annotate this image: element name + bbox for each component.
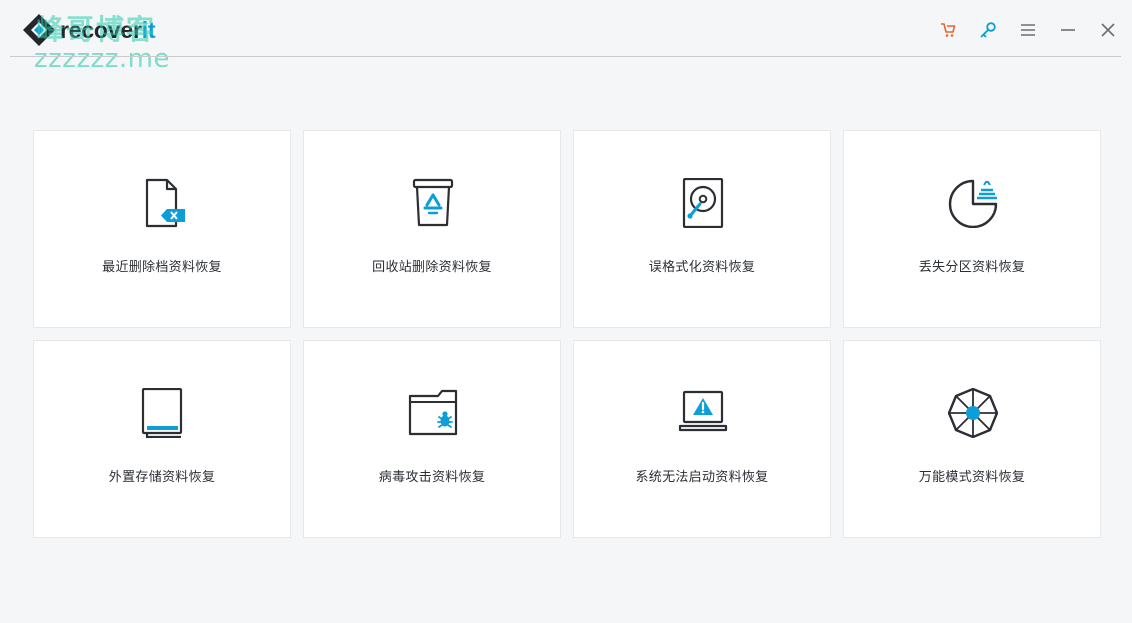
menu-button[interactable]: [1016, 18, 1040, 42]
card-label: 外置存储资料恢复: [108, 470, 216, 485]
card-formatted-drive[interactable]: 误格式化资料恢复: [573, 130, 831, 328]
card-virus-attack[interactable]: 病毒攻击资料恢复: [303, 340, 561, 538]
deleted-file-icon: [145, 178, 185, 228]
card-system-crash[interactable]: 系统无法启动资料恢复: [573, 340, 831, 538]
watermark-url: zzzzzz.me: [34, 44, 170, 74]
key-icon: [980, 22, 996, 38]
recovery-mode-grid: 最近删除档资料恢复 回收站删除资料恢复 误格式化资料恢复 丢失分区资料恢复 外置…: [33, 130, 1101, 538]
close-icon: [1101, 23, 1115, 37]
virus-folder-icon: [408, 389, 458, 436]
cart-icon: [941, 23, 956, 37]
title-bar: recoverit 峰哥博客 zzzzzz.me: [0, 0, 1132, 74]
cart-button[interactable]: [936, 18, 960, 42]
card-deleted-files[interactable]: 最近删除档资料恢复: [33, 130, 291, 328]
card-label: 丢失分区资料恢复: [918, 260, 1026, 275]
menu-icon: [1021, 24, 1035, 36]
register-key-button[interactable]: [976, 18, 1000, 42]
recycle-bin-icon: [412, 178, 454, 227]
minimize-icon: [1061, 29, 1075, 31]
card-lost-partition[interactable]: 丢失分区资料恢复: [843, 130, 1101, 328]
hard-drive-icon: [682, 178, 724, 228]
watermark-text: 峰哥博客: [36, 13, 157, 46]
all-around-icon: [948, 388, 998, 438]
card-label: 万能模式资料恢复: [918, 470, 1026, 485]
laptop-warning-icon: [678, 390, 728, 432]
close-button[interactable]: [1096, 18, 1120, 42]
card-external-storage[interactable]: 外置存储资料恢复: [33, 340, 291, 538]
minimize-button[interactable]: [1056, 18, 1080, 42]
card-label: 误格式化资料恢复: [648, 260, 756, 275]
card-recycle-bin[interactable]: 回收站删除资料恢复: [303, 130, 561, 328]
lost-partition-icon: [948, 179, 998, 228]
card-label: 最近删除档资料恢复: [102, 260, 222, 275]
card-all-around-recovery[interactable]: 万能模式资料恢复: [843, 340, 1101, 538]
title-divider: [10, 56, 1121, 57]
card-label: 回收站删除资料恢复: [372, 260, 492, 275]
card-label: 病毒攻击资料恢复: [378, 470, 486, 485]
card-label: 系统无法启动资料恢复: [635, 470, 769, 485]
external-drive-icon: [141, 388, 183, 438]
